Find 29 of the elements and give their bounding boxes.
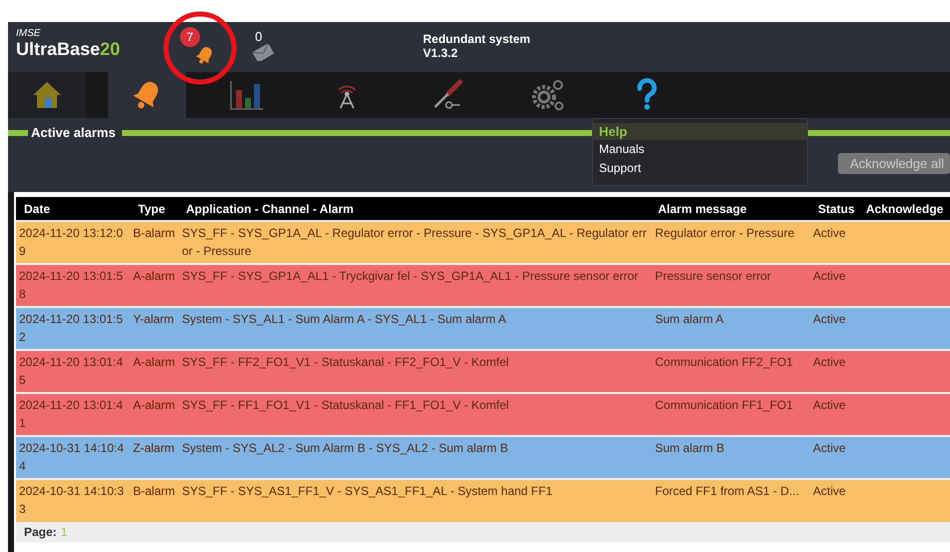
message-count: 0 <box>255 30 262 44</box>
menu-title[interactable]: Help <box>593 123 807 140</box>
home-tab[interactable] <box>8 72 86 118</box>
gears-icon <box>530 79 564 111</box>
alarm-row[interactable]: 2024-11-20 13:01:41 A-alarm SYS_FF - FF1_FO1_V1 - Statuskanal - FF1_FO1_V - Komfel Communication FF1_FO1 Active <box>16 393 950 436</box>
menu-item[interactable]: Manuals <box>599 140 807 159</box>
system-name: Redundant system <box>423 32 530 46</box>
alarm-row[interactable]: 2024-11-20 13:01:52 Y-alarm System - SYS_AL1 - Sum Alarm A - SYS_AL1 - Sum alarm A Sum alarm A Active <box>16 307 950 350</box>
alarm-row[interactable]: 2024-11-20 13:12:09 B-alarm SYS_FF - SYS_GP1A_AL - Regulator error - Pressure - SYS_GP1A_AL - Regulator error - Pressure Regulator error - Pressure Active <box>16 221 950 264</box>
alarm-row[interactable]: 2024-11-20 13:01:45 A-alarm SYS_FF - FF2_FO1_V1 - Statuskanal - FF2_FO1_V - Komfel Communication FF2_FO1 Active <box>16 350 950 393</box>
brand-label: IMSE <box>16 28 42 39</box>
alarm-count-badge: 7 <box>180 27 200 47</box>
column-header: Type <box>130 197 178 221</box>
alarm-row[interactable]: 2024-10-31 14:10:44 Z-alarm System - SYS_AL2 - Sum Alarm B - SYS_AL2 - Sum alarm B Sum alarm B Active <box>16 436 950 479</box>
question-mark-icon <box>636 78 658 112</box>
alarm-row[interactable]: 2024-11-20 13:01:58 A-alarm SYS_FF - SYS_GP1A_AL1 - Tryckgivar fel - SYS_GP1A_AL1 - Pressure sensor error Pressure sensor error Active <box>16 264 950 307</box>
menu-item[interactable]: Support <box>599 159 807 178</box>
bar-chart-icon <box>230 80 264 110</box>
section-title: Active alarms <box>28 126 122 140</box>
page-label: Page: <box>24 525 57 539</box>
column-header: Application - Channel - Alarm <box>178 197 650 221</box>
product-logo: UltraBase20 <box>16 39 122 59</box>
house-icon <box>31 79 63 111</box>
column-header: Date <box>16 197 130 221</box>
column-header: Acknowledge <box>862 197 950 221</box>
column-header: Alarm message <box>650 197 810 221</box>
version-label: V1.3.2 <box>423 46 459 60</box>
column-header: Status <box>810 197 862 221</box>
alarm-row[interactable]: 2024-10-31 14:10:33 B-alarm SYS_FF - SYS_AS1_FF1_V - SYS_AS1_FF1_AL - System hand FF1 Forced FF1 from AS1 - D... Active <box>16 479 950 522</box>
